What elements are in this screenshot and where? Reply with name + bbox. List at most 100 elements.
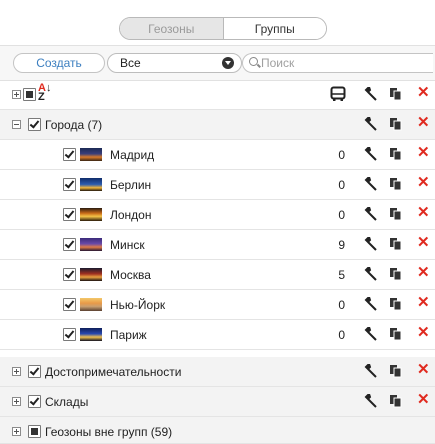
wrench-icon[interactable] (364, 237, 378, 251)
delete-icon[interactable]: ✕ (417, 392, 430, 408)
wrench-icon[interactable] (364, 394, 378, 408)
copy-icon[interactable] (389, 267, 403, 281)
list-item[interactable]: Минск 9 ✕ (0, 230, 435, 260)
group-name: Города (7) (45, 118, 103, 132)
copy-icon[interactable] (389, 237, 403, 251)
delete-icon[interactable]: ✕ (417, 85, 430, 101)
segmented-control: Геозоны Группы (119, 17, 327, 40)
expand-all-icon[interactable] (12, 90, 21, 99)
filter-select-value: Все (120, 56, 141, 70)
delete-icon[interactable]: ✕ (417, 295, 430, 311)
group-name: Склады (45, 395, 89, 409)
wrench-icon[interactable] (364, 207, 378, 221)
geozone-count: 0 (338, 148, 345, 162)
delete-icon[interactable]: ✕ (417, 145, 430, 161)
city-thumbnail (80, 328, 102, 341)
wrench-icon[interactable] (364, 87, 378, 101)
geozone-name: Лондон (110, 208, 152, 222)
search-placeholder: Поиск (261, 56, 295, 70)
filter-select[interactable]: Все (107, 53, 242, 73)
geozone-count: 9 (338, 238, 345, 252)
group-name: Достопримечательности (45, 365, 182, 379)
search-input[interactable]: Поиск (242, 53, 433, 73)
geozone-checkbox[interactable] (63, 268, 76, 281)
geozone-checkbox[interactable] (63, 298, 76, 311)
list-item[interactable]: Нью-Йорк 0 ✕ (0, 290, 435, 320)
wrench-icon[interactable] (364, 117, 378, 131)
delete-icon[interactable]: ✕ (417, 265, 430, 281)
wrench-icon[interactable] (364, 147, 378, 161)
collapse-icon[interactable] (12, 120, 21, 129)
city-thumbnail (80, 208, 102, 221)
list-item[interactable]: Париж 0 ✕ (0, 320, 435, 350)
group-checkbox[interactable] (28, 395, 41, 408)
delete-icon[interactable]: ✕ (417, 362, 430, 378)
group-checkbox[interactable] (28, 118, 41, 131)
geozone-checkbox[interactable] (63, 178, 76, 191)
geozone-name: Москва (110, 268, 151, 282)
bus-icon (330, 86, 346, 101)
group-name: Геозоны вне групп (59) (45, 425, 173, 439)
list-item[interactable]: Берлин 0 ✕ (0, 170, 435, 200)
geozone-name: Париж (110, 328, 147, 342)
tab-geozones[interactable]: Геозоны (120, 18, 224, 39)
copy-icon[interactable] (389, 87, 403, 101)
geozone-checkbox[interactable] (63, 148, 76, 161)
delete-icon[interactable]: ✕ (417, 235, 430, 251)
copy-icon[interactable] (389, 364, 403, 378)
expand-icon[interactable] (12, 397, 21, 406)
sort-az-icon[interactable]: A↓ Z (38, 83, 51, 103)
copy-icon[interactable] (389, 394, 403, 408)
search-icon (249, 57, 258, 66)
geozone-count: 0 (338, 298, 345, 312)
group-row[interactable]: Города (7) ✕ (0, 110, 435, 140)
city-thumbnail (80, 178, 102, 191)
list-item[interactable]: Лондон 0 ✕ (0, 200, 435, 230)
tab-groups[interactable]: Группы (223, 18, 326, 39)
create-button[interactable]: Создать (13, 53, 105, 73)
geozone-name: Берлин (110, 178, 152, 192)
group-row[interactable]: Геозоны вне групп (59) (0, 417, 435, 444)
geozone-count: 0 (338, 208, 345, 222)
delete-icon[interactable]: ✕ (417, 115, 430, 131)
geozone-count: 5 (338, 268, 345, 282)
copy-icon[interactable] (389, 207, 403, 221)
group-row[interactable]: Достопримечательности ✕ (0, 357, 435, 387)
wrench-icon[interactable] (364, 327, 378, 341)
geozone-name: Минск (110, 238, 145, 252)
city-thumbnail (80, 298, 102, 311)
select-all-checkbox[interactable] (23, 88, 36, 101)
group-checkbox[interactable] (28, 425, 41, 438)
expand-icon[interactable] (12, 427, 21, 436)
copy-icon[interactable] (389, 177, 403, 191)
wrench-icon[interactable] (364, 297, 378, 311)
group-row[interactable]: Склады ✕ (0, 387, 435, 417)
geozone-name: Нью-Йорк (110, 298, 166, 312)
copy-icon[interactable] (389, 327, 403, 341)
geozone-checkbox[interactable] (63, 328, 76, 341)
copy-icon[interactable] (389, 117, 403, 131)
toolbar: Создать Все Поиск (0, 45, 435, 81)
delete-icon[interactable]: ✕ (417, 325, 430, 341)
geozone-checkbox[interactable] (63, 238, 76, 251)
geozone-name: Мадрид (110, 148, 155, 162)
wrench-icon[interactable] (364, 267, 378, 281)
chevron-down-icon[interactable] (222, 57, 234, 69)
expand-icon[interactable] (12, 367, 21, 376)
city-thumbnail (80, 268, 102, 281)
group-checkbox[interactable] (28, 365, 41, 378)
copy-icon[interactable] (389, 147, 403, 161)
delete-icon[interactable]: ✕ (417, 205, 430, 221)
geozone-count: 0 (338, 328, 345, 342)
wrench-icon[interactable] (364, 177, 378, 191)
geozone-checkbox[interactable] (63, 208, 76, 221)
wrench-icon[interactable] (364, 364, 378, 378)
city-thumbnail (80, 148, 102, 161)
copy-icon[interactable] (389, 297, 403, 311)
list-header-row: A↓ Z ✕ (0, 80, 435, 110)
geozone-count: 0 (338, 178, 345, 192)
tab-bar: Геозоны Группы (0, 0, 435, 45)
list-item[interactable]: Москва 5 ✕ (0, 260, 435, 290)
list-item[interactable]: Мадрид 0 ✕ (0, 140, 435, 170)
delete-icon[interactable]: ✕ (417, 175, 430, 191)
